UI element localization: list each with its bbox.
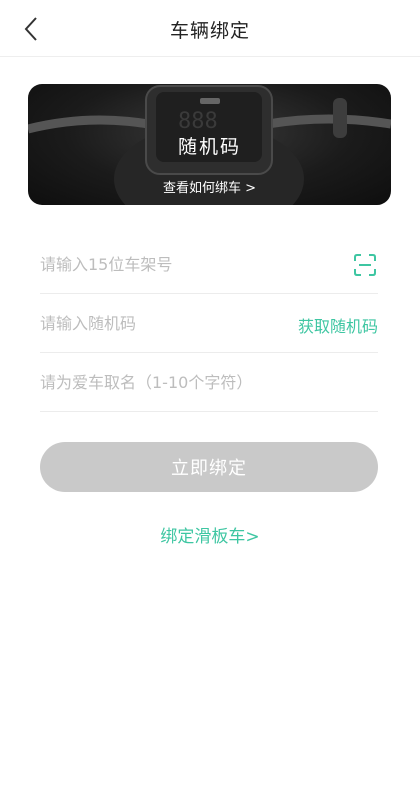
scan-button[interactable] — [354, 254, 376, 276]
random-code-input[interactable] — [40, 294, 330, 352]
how-to-bind-link[interactable]: 查看如何绑车 > — [28, 177, 391, 196]
frame-number-field — [40, 235, 378, 294]
vehicle-name-field — [40, 353, 378, 412]
tutorial-banner[interactable]: 888 随机码 查看如何绑车 > — [28, 84, 391, 205]
nav-bar: 车辆绑定 — [0, 0, 420, 57]
svg-text:888: 888 — [178, 109, 218, 134]
banner-title: 随机码 — [177, 136, 241, 158]
vehicle-name-input[interactable] — [40, 353, 330, 411]
page-title: 车辆绑定 — [169, 20, 250, 42]
bind-scooter-link[interactable]: 绑定滑板车> — [0, 522, 420, 547]
scan-icon — [354, 254, 376, 276]
frame-number-input[interactable] — [40, 235, 330, 293]
bind-now-button[interactable]: 立即绑定 — [40, 442, 378, 492]
get-code-button[interactable]: 获取随机码 — [298, 313, 378, 337]
random-code-field: 获取随机码 — [40, 294, 378, 353]
